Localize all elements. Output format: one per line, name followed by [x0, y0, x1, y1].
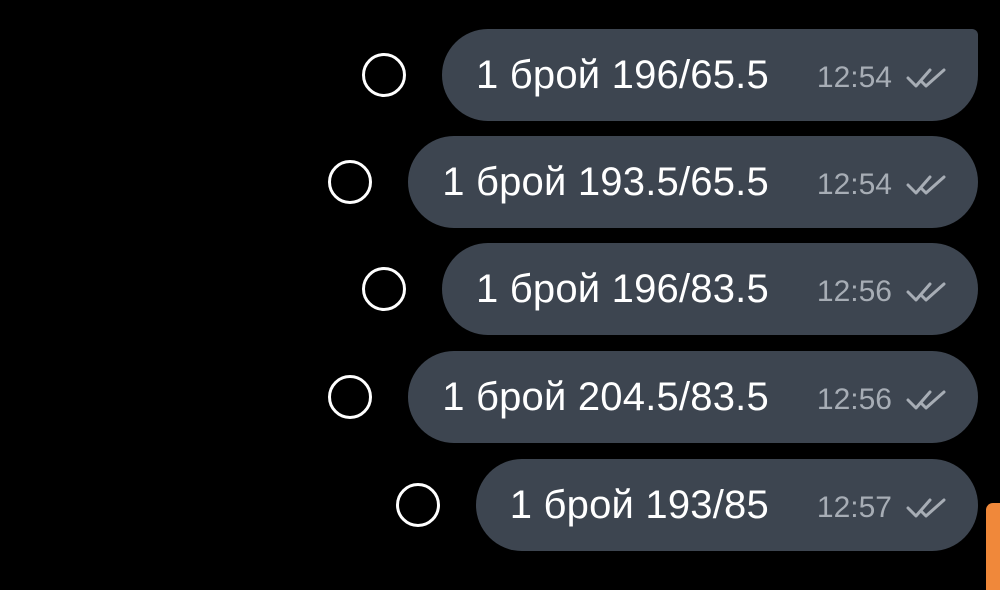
message-text: 1 брой 204.5/83.5 [442, 374, 769, 419]
message-row[interactable]: 1 брой 193.5/65.5 12:54 [328, 136, 978, 228]
chat-message-list: 1 брой 196/65.5 12:54 1 брой 193.5/65.5 … [0, 0, 1000, 590]
message-row[interactable]: 1 брой 193/85 12:57 [395, 459, 978, 551]
message-time: 12:54 [816, 168, 892, 201]
message-bubble[interactable]: 1 брой 196/65.5 12:54 [442, 29, 978, 121]
message-bubble[interactable]: 1 брой 196/83.5 12:56 [442, 243, 978, 335]
message-meta: 12:56 [817, 275, 950, 309]
select-radio[interactable] [328, 375, 373, 419]
message-row[interactable]: 1 брой 196/65.5 12:54 [362, 29, 978, 121]
message-time: 12:56 [816, 383, 892, 416]
message-time: 12:54 [816, 61, 892, 94]
select-radio[interactable] [395, 483, 440, 527]
double-check-icon [906, 68, 946, 88]
message-meta: 12:56 [817, 383, 950, 417]
message-meta: 12:54 [817, 168, 950, 202]
double-check-icon [906, 390, 946, 410]
double-check-icon [906, 498, 946, 518]
message-row[interactable]: 1 брой 204.5/83.5 12:56 [328, 351, 978, 443]
message-text: 1 брой 196/65.5 [476, 52, 769, 97]
scrollbar-thumb[interactable] [986, 503, 1000, 590]
message-bubble[interactable]: 1 брой 193/85 12:57 [475, 459, 978, 551]
double-check-icon [906, 175, 946, 195]
message-text: 1 брой 193/85 [509, 482, 769, 527]
message-time: 12:57 [816, 491, 892, 524]
select-radio[interactable] [362, 53, 406, 97]
message-time: 12:56 [816, 275, 892, 308]
double-check-icon [906, 282, 946, 302]
message-row[interactable]: 1 брой 196/83.5 12:56 [362, 243, 978, 335]
message-text: 1 брой 193.5/65.5 [442, 159, 769, 204]
message-bubble[interactable]: 1 брой 204.5/83.5 12:56 [408, 351, 978, 443]
message-meta: 12:57 [817, 491, 950, 525]
message-text: 1 брой 196/83.5 [476, 266, 769, 311]
select-radio[interactable] [328, 160, 373, 204]
select-radio[interactable] [362, 267, 406, 311]
message-meta: 12:54 [817, 61, 950, 95]
message-bubble[interactable]: 1 брой 193.5/65.5 12:54 [408, 136, 978, 228]
